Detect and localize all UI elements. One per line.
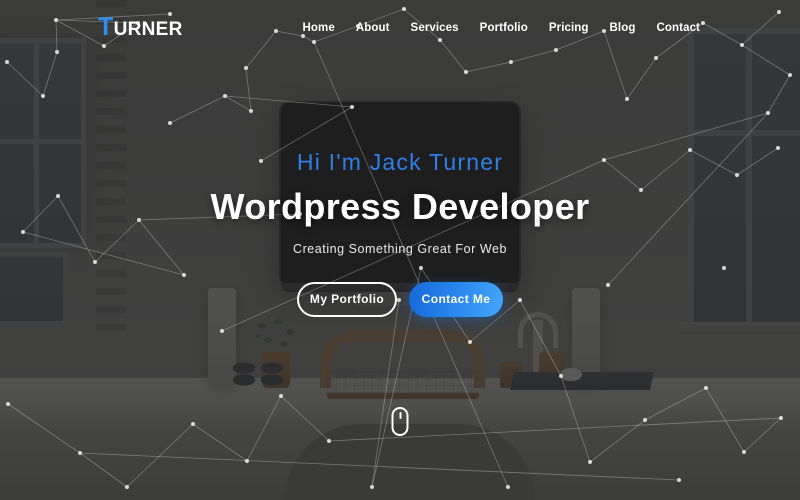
particle-dot — [643, 418, 647, 422]
nav-item-contact[interactable]: Contact — [656, 22, 700, 34]
particle-line — [245, 67, 252, 112]
nav-item-services[interactable]: Services — [411, 22, 459, 34]
nav-item-about[interactable]: About — [356, 22, 390, 34]
particle-dot — [625, 97, 629, 101]
particle-dot — [6, 402, 10, 406]
particle-dot — [677, 478, 681, 482]
particle-dot — [588, 460, 592, 464]
particle-dot — [509, 60, 513, 64]
particle-dot — [41, 94, 45, 98]
hero-section: Hi I'm Jack Turner Wordpress Developer C… — [0, 149, 800, 317]
particle-line — [371, 299, 400, 488]
nav-item-portfolio[interactable]: Portfolio — [480, 22, 528, 34]
particle-line — [767, 74, 791, 114]
particle-line — [7, 403, 81, 454]
particle-dot — [704, 386, 708, 390]
particle-line — [169, 95, 226, 124]
particle-dot — [766, 111, 770, 115]
particle-line — [560, 375, 591, 463]
particle-dot — [559, 374, 563, 378]
logo[interactable]: TURNER — [98, 15, 183, 40]
particle-dot — [168, 121, 172, 125]
particle-line — [224, 95, 353, 108]
hero-subtitle: Creating Something Great For Web — [293, 241, 507, 256]
particle-dot — [468, 340, 472, 344]
particle-line — [465, 61, 512, 73]
particle-line — [743, 417, 782, 453]
particle-line — [246, 395, 282, 462]
nav-item-home[interactable]: Home — [302, 22, 334, 34]
contact-me-button[interactable]: Contact Me — [409, 281, 503, 317]
particle-dot — [654, 56, 658, 60]
particle-dot — [5, 60, 9, 64]
particle-line — [79, 452, 128, 488]
particle-dot — [779, 416, 783, 420]
hero-button-row: My Portfolio Contact Me — [297, 281, 503, 317]
site-header: TURNER Home About Services Portfolio Pricing… — [0, 0, 800, 55]
particle-dot — [249, 109, 253, 113]
particle-dot — [506, 485, 510, 489]
particle-line — [42, 51, 58, 97]
particle-dot — [279, 394, 283, 398]
particle-dot — [125, 485, 129, 489]
particle-line — [79, 452, 680, 481]
particle-dot — [742, 450, 746, 454]
particle-dot — [788, 73, 792, 77]
hero-page: TURNER Home About Services Portfolio Pricing… — [0, 0, 800, 500]
logo-text: URNER — [113, 19, 183, 40]
particle-dot — [370, 485, 374, 489]
particle-dot — [350, 105, 354, 109]
particle-dot — [78, 451, 82, 455]
particle-dot — [464, 70, 468, 74]
my-portfolio-button[interactable]: My Portfolio — [297, 281, 397, 317]
nav-item-blog[interactable]: Blog — [610, 22, 636, 34]
particle-dot — [223, 94, 227, 98]
particle-line — [6, 61, 44, 97]
particle-line — [280, 395, 330, 442]
particle-line — [192, 423, 248, 462]
page-title: Wordpress Developer — [210, 186, 590, 228]
scroll-wheel — [399, 412, 401, 419]
particle-line — [626, 57, 657, 100]
main-navigation: Home About Services Portfolio Pricing Blog Con… — [302, 22, 700, 34]
mouse-scroll-icon[interactable] — [391, 407, 409, 436]
particle-dot — [244, 66, 248, 70]
particle-dot — [245, 459, 249, 463]
hero-greeting: Hi I'm Jack Turner — [296, 149, 504, 175]
particle-dot — [191, 422, 195, 426]
nav-item-pricing[interactable]: Pricing — [549, 22, 589, 34]
logo-initial: T — [98, 13, 114, 41]
particle-dot — [327, 439, 331, 443]
particle-line — [644, 387, 707, 421]
particle-dot — [220, 329, 224, 333]
